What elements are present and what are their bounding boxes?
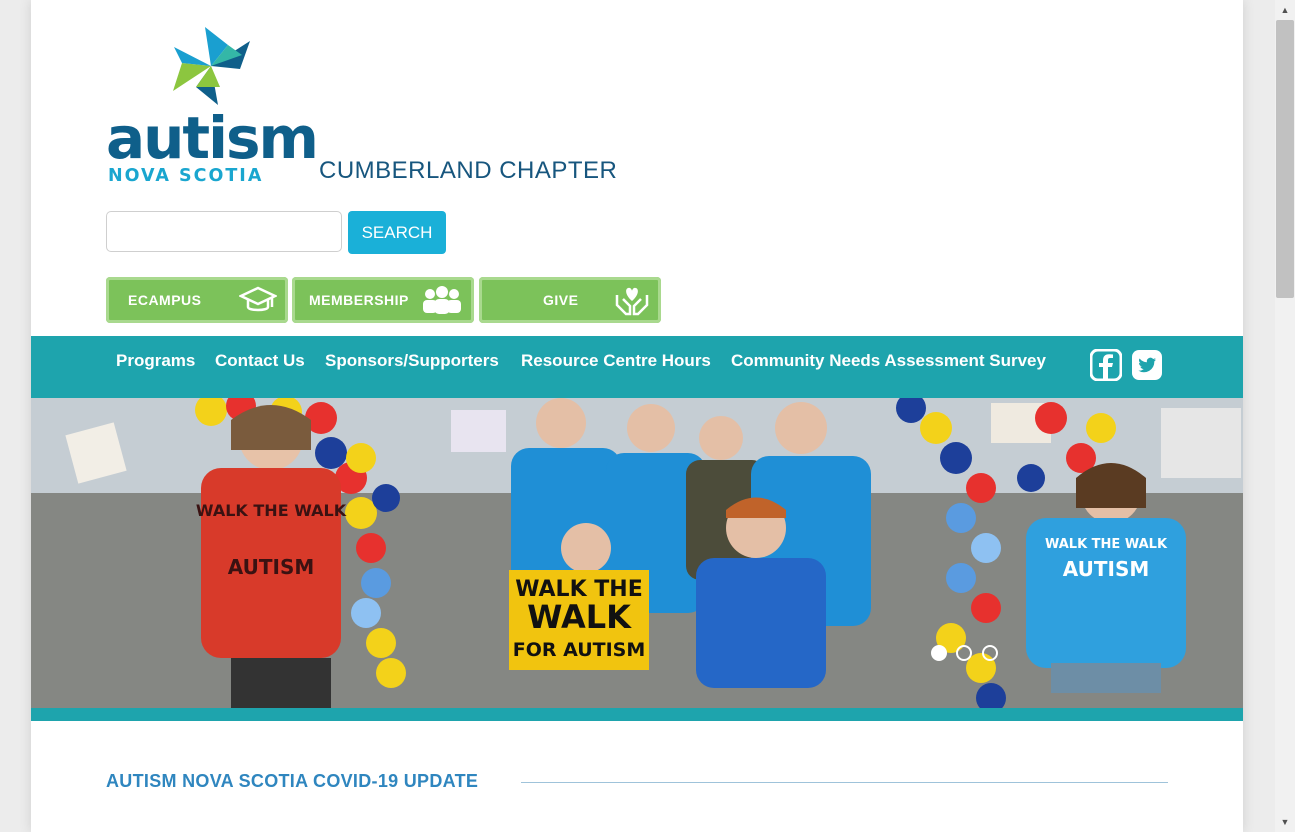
ecampus-button[interactable]: ECAMPUS [106, 277, 288, 323]
slide-dot-2[interactable] [956, 645, 972, 661]
shirt-text-blue-2: AUTISM [1063, 557, 1150, 581]
twitter-icon[interactable] [1131, 349, 1163, 381]
shirt-text-red-1: WALK THE WALK [196, 501, 347, 520]
people-group-icon [423, 286, 461, 314]
hero-slideshow[interactable]: WALK THE WALK FOR AUTISM WALK THE WALK A… [31, 398, 1243, 708]
slide-dot-1[interactable] [931, 645, 947, 661]
search-button[interactable]: SEARCH [348, 211, 446, 254]
give-button[interactable]: GIVE [479, 277, 661, 323]
sign-line-2: WALK [527, 598, 632, 636]
nav-item-community-survey[interactable]: Community Needs Assessment Survey [731, 351, 1046, 371]
site-logo[interactable]: autism NOVA SCOTIA [106, 25, 319, 187]
nav-item-programs[interactable]: Programs [116, 351, 195, 371]
membership-button[interactable]: MEMBERSHIP [292, 277, 474, 323]
section-title: AUTISM NOVA SCOTIA COVID-19 UPDATE [106, 771, 479, 791]
scrollbar-thumb[interactable] [1276, 20, 1294, 298]
scroll-down-arrow-icon[interactable]: ▼ [1275, 812, 1295, 832]
pinwheel-icon [173, 27, 250, 105]
shirt-text-blue-1: WALK THE WALK [1045, 537, 1168, 552]
hero-bottom-strip [31, 708, 1243, 721]
sign-line-3: FOR AUTISM [513, 639, 646, 661]
nav-item-resource-centre-hours[interactable]: Resource Centre Hours [521, 351, 711, 371]
slide-dot-3[interactable] [982, 645, 998, 661]
logo-wordmark: autism [106, 104, 319, 172]
hands-heart-icon [615, 287, 649, 316]
scroll-up-arrow-icon[interactable]: ▲ [1275, 0, 1295, 20]
give-label: GIVE [543, 292, 579, 308]
main-nav: Programs Contact Us Sponsors/Supporters … [31, 336, 1243, 398]
nav-item-contact-us[interactable]: Contact Us [215, 351, 305, 371]
chapter-name: CUMBERLAND CHAPTER [319, 157, 618, 184]
hero-photo: WALK THE WALK FOR AUTISM WALK THE WALK A… [31, 398, 1243, 708]
logo-subtitle: NOVA SCOTIA [108, 166, 264, 186]
page-container: autism NOVA SCOTIA CUMBERLAND CHAPTER SE… [31, 0, 1243, 832]
nav-item-sponsors[interactable]: Sponsors/Supporters [325, 351, 499, 371]
membership-label: MEMBERSHIP [309, 292, 409, 308]
shirt-text-red-2: AUTISM [228, 555, 315, 579]
facebook-icon[interactable] [1090, 349, 1122, 381]
search-input[interactable] [106, 211, 342, 252]
graduation-cap-icon [239, 286, 277, 312]
ecampus-label: ECAMPUS [128, 292, 202, 308]
section-divider [521, 782, 1168, 783]
